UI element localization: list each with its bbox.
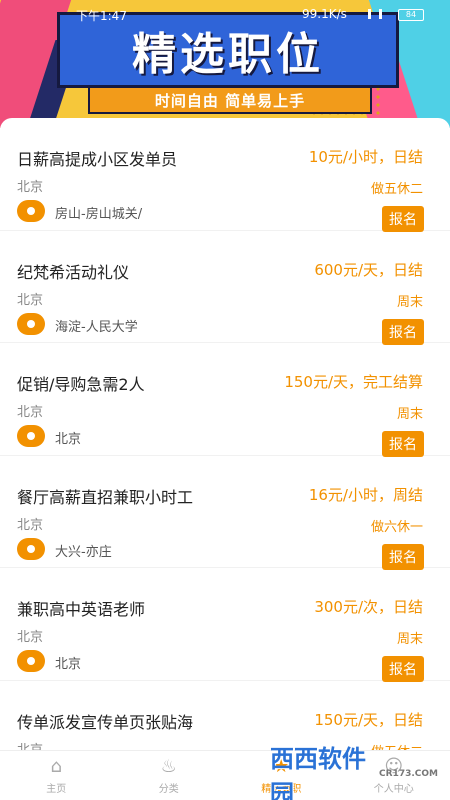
job-area: 北京 (55, 432, 82, 447)
banner-subtitle: 时间自由 简单易上手 (154, 91, 306, 110)
job-title: 传单派发宣传单页张贴海 (17, 712, 194, 732)
job-city: 北京 (17, 517, 44, 533)
apply-button[interactable]: 报名 (382, 656, 424, 682)
job-schedule: 周末 (396, 294, 423, 310)
job-schedule: 做六休一 (370, 519, 423, 535)
job-city: 北京 (17, 742, 44, 751)
status-bar: 下午1:47 99.1K/s 84 (0, 0, 450, 26)
job-city: 北京 (17, 405, 44, 420)
job-area: 海淀-人民大学 (55, 319, 138, 335)
job-title: 兼职高中英语老师 (17, 600, 146, 619)
job-list[interactable]: 日薪高提成小区发单员 10元/小时，日结 北京 做五休二 房山-房山城关/ 报名… (0, 118, 450, 750)
job-title: 日薪高提成小区发单员 (17, 150, 178, 169)
watermark-logo: 西西软件园 CR173.COM (270, 745, 438, 800)
watermark-sub: CR173.COM (379, 769, 438, 779)
job-title: 餐厅高薪直招兼职小时工 (17, 487, 194, 507)
job-card[interactable]: 纪梵希活动礼仪 600元/天，日结 北京 周末 海淀-人民大学 报名 (0, 231, 450, 345)
job-area: 房山-房山城关/ (55, 207, 143, 222)
job-schedule: 做五休二 (370, 182, 423, 197)
apply-button[interactable]: 报名 (382, 431, 424, 457)
banner-title: 精选职位 (132, 29, 324, 80)
company-logo-icon (17, 425, 45, 447)
job-salary: 150元/天，日结 (314, 710, 423, 729)
job-schedule: 做五休二 (371, 741, 423, 751)
job-card[interactable]: 传单派发宣传单页张贴海 150元/天，日结 北京 做五休二 (0, 681, 450, 751)
apply-button[interactable]: 报名 (382, 206, 424, 232)
job-title: 纪梵希活动礼仪 (17, 262, 130, 282)
company-logo-icon (17, 650, 45, 672)
job-area: 北京 (55, 657, 82, 672)
home-icon: ⌂ (50, 756, 62, 777)
job-salary: 150元/天，完工结算 (284, 373, 423, 391)
watermark-text: 西西软件园 (270, 745, 366, 800)
signal-icon (368, 9, 382, 19)
battery-level: 84 (405, 10, 417, 19)
job-title: 促销/导购急需2人 (17, 375, 145, 394)
job-area: 大兴-亦庄 (55, 544, 112, 560)
apply-button[interactable]: 报名 (382, 543, 424, 570)
fire-icon: ♨ (160, 756, 177, 777)
company-logo-icon (17, 537, 45, 560)
company-logo-icon (17, 200, 45, 222)
job-salary: 16元/小时，周结 (308, 485, 423, 504)
job-city: 北京 (17, 630, 44, 645)
nav-label: 主页 (46, 784, 67, 795)
status-time: 下午1:47 (76, 9, 127, 23)
job-schedule: 周末 (396, 407, 423, 422)
job-card[interactable]: 兼职高中英语老师 300元/次，日结 北京 周末 北京 报名 (0, 568, 450, 682)
nav-category[interactable]: ♨ 分类 (113, 751, 226, 800)
job-city: 北京 (17, 180, 44, 195)
job-salary: 600元/天，日结 (314, 260, 423, 279)
nav-home[interactable]: ⌂ 主页 (0, 751, 113, 800)
job-city: 北京 (17, 292, 44, 308)
nav-label: 分类 (158, 784, 179, 795)
battery-icon: 84 (398, 9, 424, 21)
job-schedule: 周末 (396, 632, 423, 647)
apply-button[interactable]: 报名 (382, 318, 424, 345)
job-card[interactable]: 促销/导购急需2人 150元/天，完工结算 北京 周末 北京 报名 (0, 343, 450, 457)
company-logo-icon (17, 312, 45, 335)
job-card[interactable]: 日薪高提成小区发单员 10元/小时，日结 北京 做五休二 房山-房山城关/ 报名 (0, 118, 450, 232)
banner-subtitle-box: 时间自由 简单易上手 (88, 86, 372, 114)
job-card[interactable]: 餐厅高薪直招兼职小时工 16元/小时，周结 北京 做六休一 大兴-亦庄 报名 (0, 456, 450, 570)
network-speed: 99.1K/s (302, 7, 347, 21)
job-salary: 300元/次，日结 (314, 598, 423, 616)
job-salary: 10元/小时，日结 (308, 148, 423, 166)
